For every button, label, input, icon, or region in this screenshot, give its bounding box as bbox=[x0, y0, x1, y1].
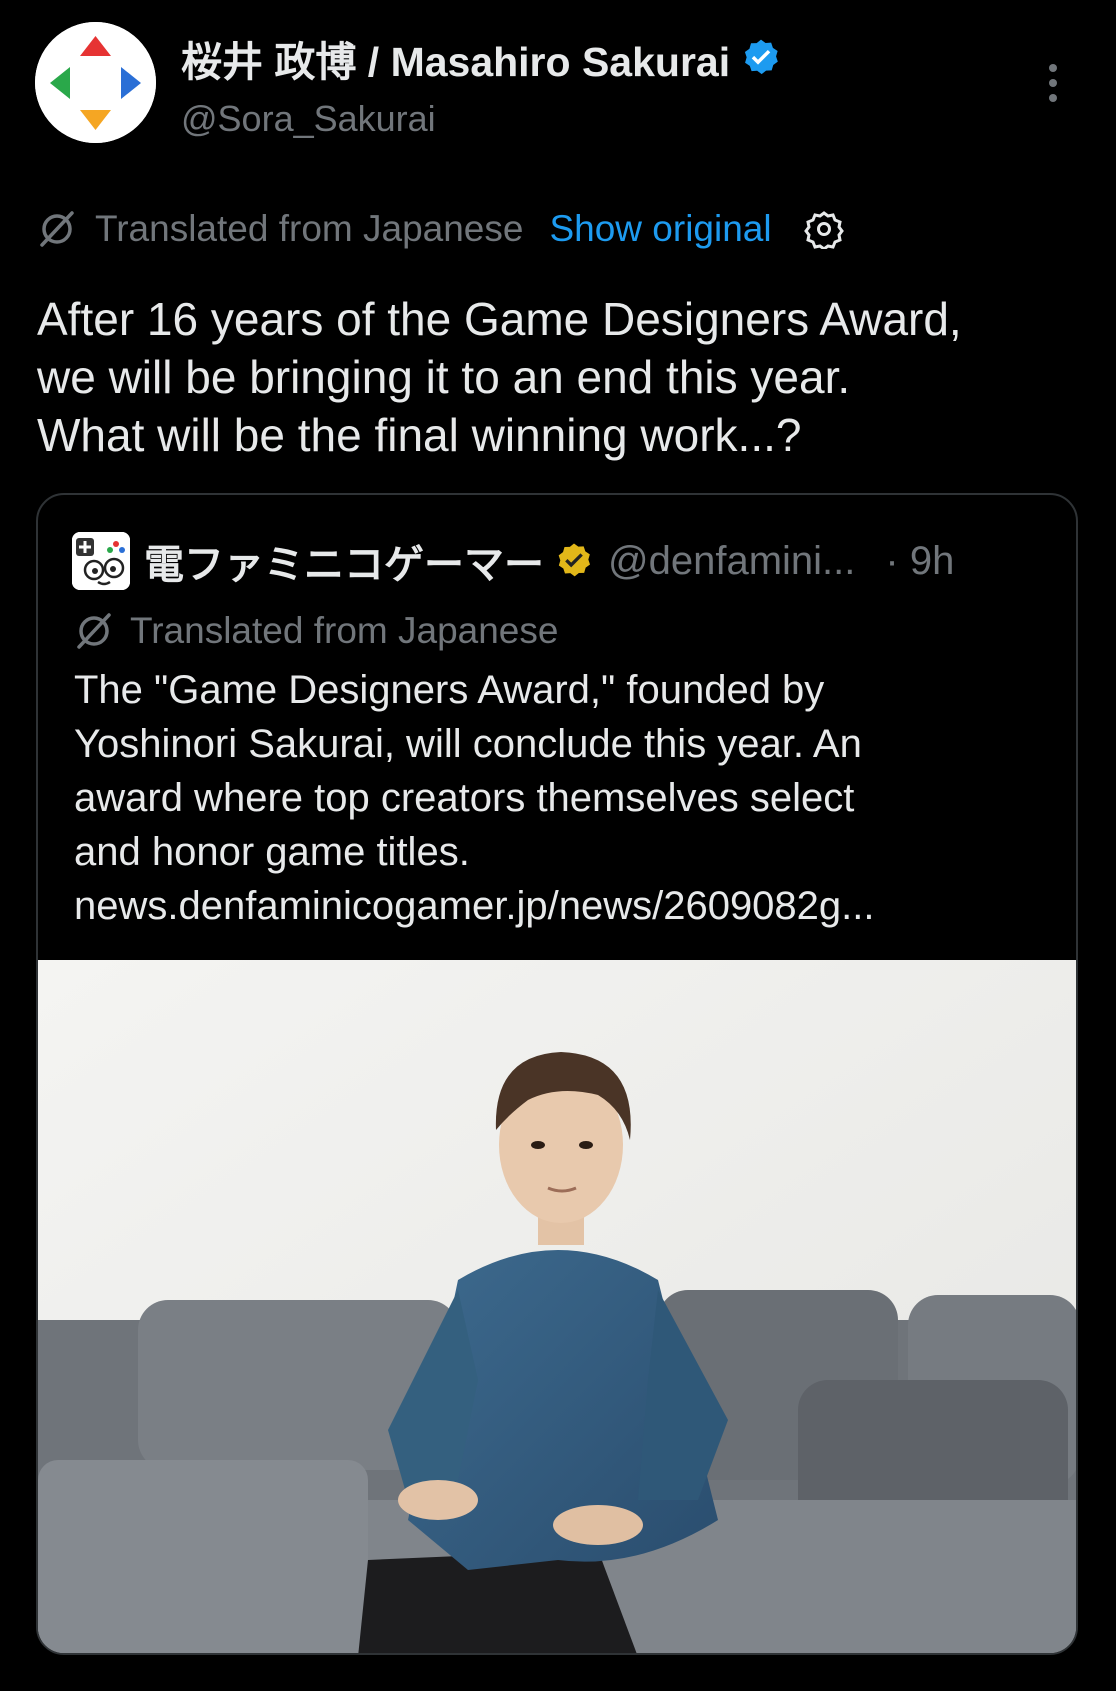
game-dpad-logo-icon bbox=[35, 22, 156, 143]
author-handle[interactable]: @Sora_Sakurai bbox=[181, 98, 436, 140]
quoted-tweet-card[interactable]: 電ファミニコゲーマー @denfamini... · 9h Translated… bbox=[36, 493, 1078, 1655]
photo-man-on-sofa bbox=[38, 960, 1076, 1653]
quoted-author-avatar[interactable] bbox=[72, 532, 130, 590]
quoted-text-line: The "Game Designers Award," founded by bbox=[74, 668, 825, 712]
quoted-link[interactable]: news.denfaminicogamer.jp/news/2609082g..… bbox=[74, 879, 1064, 933]
translation-row: Translated from Japanese Show original bbox=[37, 204, 844, 254]
quoted-text-line: and honor game titles. bbox=[74, 830, 470, 874]
tweet-text: After 16 years of the Game Designers Awa… bbox=[37, 290, 1097, 464]
tweet-text-line: we will be bringing it to an end this ye… bbox=[37, 351, 851, 403]
translate-icon bbox=[77, 613, 111, 649]
translated-label: Translated from Japanese bbox=[95, 208, 524, 249]
quoted-tweet-text: The "Game Designers Award," founded by Y… bbox=[74, 663, 1064, 933]
quoted-tweet-header: 電ファミニコゲーマー @denfamini... · 9h bbox=[72, 531, 954, 591]
quoted-translation-row: Translated from Japanese bbox=[74, 607, 558, 655]
tweet-text-line: What will be the final winning work...? bbox=[37, 409, 802, 461]
translate-icon bbox=[40, 211, 74, 247]
gear-icon[interactable] bbox=[803, 209, 844, 249]
author-display-name[interactable]: 桜井 政博 / Masahiro Sakurai bbox=[181, 28, 730, 88]
more-options-icon[interactable] bbox=[1045, 62, 1061, 104]
author-avatar[interactable] bbox=[35, 22, 156, 143]
quoted-timestamp[interactable]: · 9h bbox=[885, 539, 954, 584]
mascot-face-icon bbox=[72, 532, 130, 590]
quoted-photo[interactable] bbox=[38, 960, 1076, 1653]
quoted-text-line: Yoshinori Sakurai, will conclude this ye… bbox=[74, 722, 862, 766]
tweet-text-line: After 16 years of the Game Designers Awa… bbox=[37, 293, 962, 345]
verified-badge-icon bbox=[745, 39, 778, 75]
author-name-row: 桜井 政博 / Masahiro Sakurai bbox=[181, 30, 782, 86]
quoted-text-line: award where top creators themselves sele… bbox=[74, 776, 855, 820]
quoted-author-name[interactable]: 電ファミニコゲーマー bbox=[144, 532, 544, 590]
verified-gold-badge-icon bbox=[558, 543, 590, 577]
quoted-translated-label: Translated from Japanese bbox=[130, 610, 559, 651]
show-original-link[interactable]: Show original bbox=[549, 208, 771, 250]
quoted-author-handle[interactable]: @denfamini... bbox=[608, 539, 855, 584]
